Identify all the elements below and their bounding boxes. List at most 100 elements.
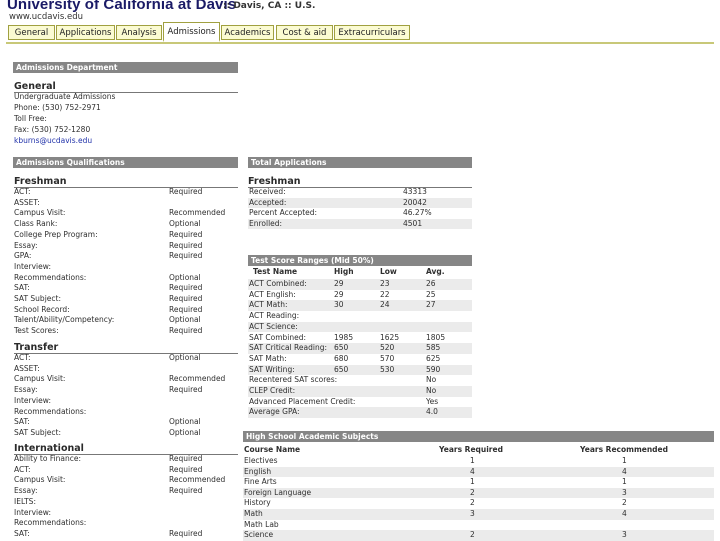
years-recommended: 2 <box>622 498 627 508</box>
qualification-label: IELTS: <box>14 496 36 506</box>
column-header: Years Required <box>439 445 503 454</box>
table-row: English 4 4 <box>243 466 714 478</box>
test-name: SAT Math: <box>249 353 287 363</box>
table-row: ACT English: 29 22 25 <box>248 290 472 301</box>
years-required: 1 <box>470 477 475 487</box>
qualification-status: Optional <box>169 272 201 282</box>
qualification-status: Required <box>169 464 203 474</box>
application-metric: Received: <box>249 187 286 196</box>
qualification-label: Essay: <box>14 486 38 496</box>
table-row: Science 2 3 <box>243 530 714 541</box>
table-row: ACT Reading: <box>248 311 472 322</box>
score-value: 25 <box>426 289 436 299</box>
qualification-status: Required <box>169 486 203 496</box>
tab-applications[interactable]: Applications <box>56 25 115 40</box>
score-value: 570 <box>380 353 395 363</box>
table-row: Accepted: 20042 <box>248 197 472 209</box>
table-row: Recentered SAT scores: No <box>248 375 472 386</box>
transfer-subheading: Transfer <box>14 342 238 354</box>
qualification-label: Recommendations: <box>14 272 87 282</box>
qualification-label: SAT: <box>14 283 30 293</box>
score-value: 680 <box>334 353 349 363</box>
test-name: SAT Critical Reading: <box>249 343 327 353</box>
tab-analysis[interactable]: Analysis <box>116 25 162 40</box>
application-metric: Percent Accepted: <box>249 208 318 218</box>
table-row: SAT Critical Reading: 650 520 585 <box>248 343 472 354</box>
table-row: CLEP Credit: No <box>248 386 472 397</box>
table-row: Advanced Placement Credit: Yes <box>248 397 472 408</box>
column-header: Years Recommended <box>580 445 669 454</box>
school-location: :: Davis, CA :: U.S. <box>223 1 316 11</box>
score-value: 590 <box>426 364 441 374</box>
test-name: ACT Math: <box>249 300 288 310</box>
qualification-label: Ability to Finance: <box>14 454 82 463</box>
toll-free: Toll Free: <box>14 114 47 123</box>
test-name: ACT English: <box>249 289 296 299</box>
table-row: ACT Combined: 29 23 26 <box>248 279 472 290</box>
qualification-status: Required <box>169 326 203 336</box>
score-value: 625 <box>426 353 441 363</box>
table-row: SAT Combined: 1985 1625 1805 <box>248 333 472 344</box>
qualification-status: Optional <box>169 417 201 427</box>
tab-general[interactable]: General <box>8 25 55 40</box>
qualification-label: Essay: <box>14 240 38 250</box>
score-value: 530 <box>380 364 395 374</box>
table-row: Foreign Language 2 3 <box>243 487 714 499</box>
years-recommended: 1 <box>622 477 627 487</box>
score-value: 24 <box>380 300 390 310</box>
score-value: 23 <box>380 279 390 288</box>
years-recommended: 4 <box>622 509 627 518</box>
table-row: Math Lab <box>243 520 714 531</box>
application-value: 4501 <box>403 218 423 228</box>
years-recommended: 4 <box>622 466 627 476</box>
years-required: 3 <box>470 509 475 518</box>
tab-admissions[interactable]: Admissions <box>163 22 220 42</box>
table-row: History 2 2 <box>243 498 714 509</box>
contact-email-link[interactable]: kburns@ucdavis.edu <box>14 136 92 146</box>
qualification-label: ACT: <box>14 464 31 474</box>
score-value: Yes <box>426 396 439 406</box>
total-applications-header: Total Applications <box>248 157 472 168</box>
course-name: Science <box>244 530 274 540</box>
school-url[interactable]: www.ucdavis.edu <box>9 12 83 22</box>
test-name: SAT Writing: <box>249 364 295 374</box>
test-score-ranges-header: Test Score Ranges (Mid 50%) <box>248 255 472 266</box>
qualification-label: Campus Visit: <box>14 208 66 218</box>
tab-academics[interactable]: Academics <box>221 25 274 40</box>
score-value: 1625 <box>380 332 400 342</box>
column-header: Course Name <box>244 445 301 454</box>
column-header: Low <box>380 267 397 276</box>
score-value: 4.0 <box>426 407 438 417</box>
qualification-label: SAT Subject: <box>14 294 61 303</box>
tab-extracurriculars[interactable]: Extracurriculars <box>334 25 410 40</box>
qualification-label: SAT Subject: <box>14 427 61 437</box>
years-required: 4 <box>470 466 475 476</box>
qualification-label: ASSET: <box>14 363 40 373</box>
score-value: No <box>426 375 437 385</box>
column-header: Avg. <box>426 267 445 276</box>
score-value: 585 <box>426 343 441 353</box>
score-value: No <box>426 386 437 395</box>
tab-cost-aid[interactable]: Cost & aid <box>276 25 333 40</box>
table-row: Percent Accepted: 46.27% <box>248 208 472 219</box>
table-header-row: Course Name Years Required Years Recommend… <box>243 445 714 456</box>
office-name: Undergraduate Admissions <box>14 92 116 101</box>
score-value: 520 <box>380 343 395 353</box>
qualification-label: Essay: <box>14 385 38 395</box>
years-required: 2 <box>470 498 475 508</box>
qualification-label: School Record: <box>14 304 70 314</box>
qualification-label: Campus Visit: <box>14 374 66 384</box>
score-value: 27 <box>426 300 436 310</box>
years-recommended: 3 <box>622 487 627 497</box>
qualification-label: Test Scores: <box>14 326 59 336</box>
course-name: English <box>244 466 272 476</box>
table-row: Math 3 4 <box>243 509 714 520</box>
table-row: SAT Math: 680 570 625 <box>248 354 472 365</box>
application-value: 46.27% <box>403 208 432 218</box>
qualification-label: Campus Visit: <box>14 475 66 485</box>
phone-number: Phone: (530) 752-2971 <box>14 103 101 112</box>
qualification-status: Required <box>169 229 203 239</box>
qualification-status: Optional <box>169 219 201 229</box>
qualification-status: Required <box>169 240 203 250</box>
qualification-label: College Prep Program: <box>14 229 98 239</box>
